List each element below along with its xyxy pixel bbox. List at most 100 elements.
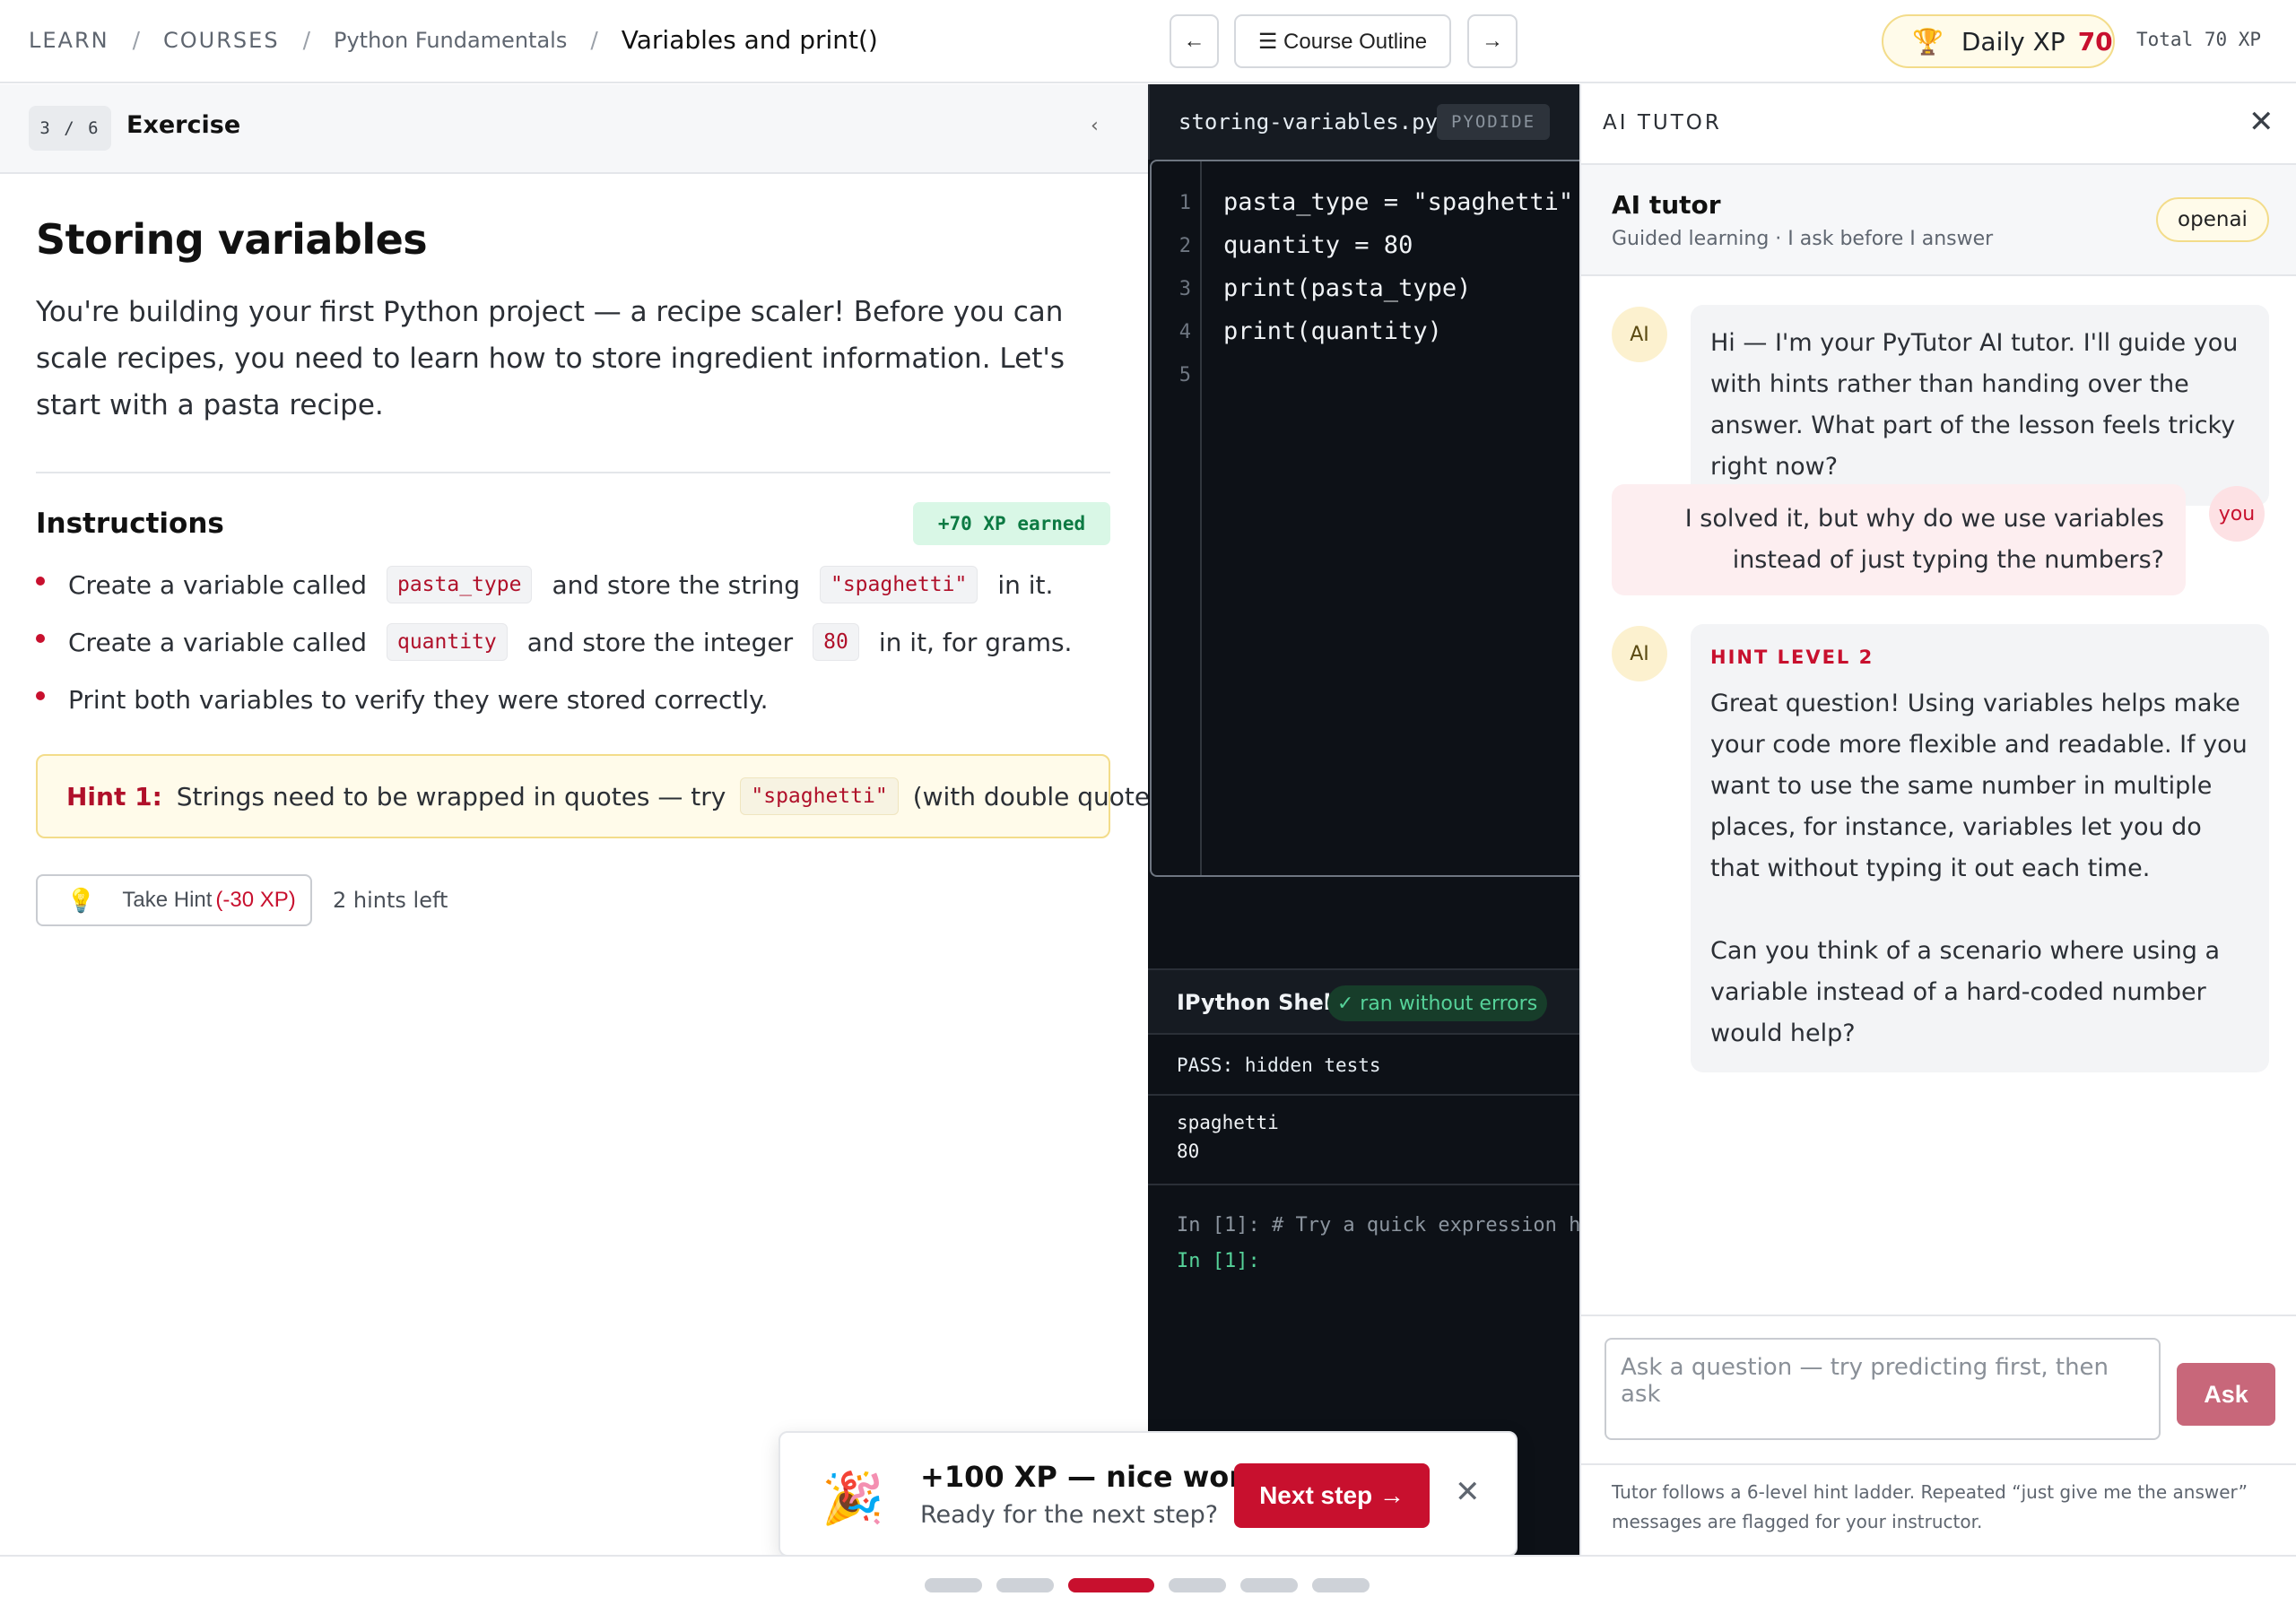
xp-toast: 🎉 +100 XP — nice work! Ready for the nex… bbox=[778, 1431, 1518, 1557]
runtime-badge: PYODIDE bbox=[1437, 104, 1550, 140]
hint-box: Hint 1: Strings need to be wrapped in qu… bbox=[36, 754, 1181, 838]
tutor-info: AI tutor Guided learning · I ask before … bbox=[1581, 165, 2296, 276]
code-chip: quantity bbox=[386, 623, 508, 661]
line-number: 2 bbox=[1178, 235, 1191, 257]
progress-dot[interactable] bbox=[1240, 1578, 1298, 1592]
hint-text: Strings need to be wrapped in quotes — t… bbox=[176, 781, 726, 811]
line-number: 4 bbox=[1178, 321, 1191, 343]
hints-left: 2 hints left bbox=[333, 888, 448, 913]
breadcrumb-current: Variables and print() bbox=[621, 25, 878, 55]
collapse-panel-button[interactable]: ‹ bbox=[1091, 115, 1099, 137]
total-xp: Total 70 XP bbox=[2136, 29, 2262, 50]
tutor-footnote: Tutor follows a 6-level hint ladder. Rep… bbox=[1581, 1463, 2296, 1553]
tutor-header: AI TUTOR ✕ bbox=[1581, 84, 2296, 165]
hint-level-label: HINT LEVEL 2 bbox=[1710, 646, 1874, 668]
tutor-name: AI tutor bbox=[1612, 190, 1721, 220]
shell-title: IPython Shell bbox=[1177, 990, 1339, 1015]
line-number: 5 bbox=[1178, 364, 1191, 386]
ai-avatar: AI bbox=[1612, 626, 1667, 681]
code-chip: pasta_type bbox=[386, 566, 533, 603]
instruction-text: and store the string bbox=[552, 569, 800, 600]
ask-question-input[interactable] bbox=[1605, 1338, 2161, 1440]
breadcrumb-separator: / bbox=[302, 27, 310, 53]
bullet-icon bbox=[36, 634, 45, 643]
lesson-header: 3 / 6 Exercise ‹ bbox=[0, 84, 1148, 174]
tutor-mode: Guided learning · I ask before I answer bbox=[1612, 228, 1994, 250]
course-outline-button[interactable]: ☰ Course Outline bbox=[1234, 14, 1451, 68]
daily-xp-value: 70 bbox=[2077, 26, 2113, 56]
close-icon[interactable]: ✕ bbox=[1455, 1474, 1481, 1510]
editor-tab-bar: storing-variables.py PYODIDE bbox=[1148, 84, 1579, 160]
hint-label: Hint 1: bbox=[66, 781, 162, 811]
line-gutter: 1 2 3 4 5 bbox=[1152, 161, 1202, 875]
toast-subtitle: Ready for the next step? bbox=[920, 1501, 1219, 1529]
breadcrumb-courses[interactable]: COURSES bbox=[163, 28, 280, 53]
party-popper-icon: 🎉 bbox=[822, 1470, 884, 1528]
next-step-button[interactable]: Next step → bbox=[1234, 1463, 1430, 1528]
output-line: spaghetti bbox=[1177, 1112, 1279, 1133]
user-avatar: you bbox=[2209, 486, 2265, 542]
ask-button[interactable]: Ask bbox=[2177, 1363, 2275, 1426]
lesson-description: You're building your first Python projec… bbox=[36, 296, 1065, 421]
breadcrumb-learn[interactable]: LEARN bbox=[29, 28, 109, 53]
line-number: 3 bbox=[1178, 278, 1191, 300]
tutor-panel-title: AI TUTOR bbox=[1603, 111, 1722, 134]
ai-message: Hi — I'm your PyTutor AI tutor. I'll gui… bbox=[1691, 305, 2269, 506]
progress-dot[interactable] bbox=[1169, 1578, 1226, 1592]
editor-panel: storing-variables.py PYODIDE 1 2 3 4 5 p… bbox=[1148, 84, 1616, 1555]
take-hint-button[interactable]: 💡 Take Hint (-30 XP) bbox=[36, 874, 312, 926]
breadcrumb: LEARN / COURSES / Python Fundamentals / … bbox=[29, 25, 878, 55]
instruction-item: Create a variable called pasta_type and … bbox=[36, 556, 1072, 613]
bullet-icon bbox=[36, 577, 45, 586]
code-editor[interactable]: 1 2 3 4 5 pasta_type = "spaghetti" quant… bbox=[1150, 160, 1579, 877]
exercise-label: Exercise bbox=[126, 111, 241, 139]
previous-step-button[interactable]: ← bbox=[1170, 14, 1219, 68]
instructions-list: Create a variable called pasta_type and … bbox=[36, 556, 1072, 728]
daily-xp-badge: 🏆 Daily XP 70 bbox=[1882, 14, 2115, 68]
progress-dot[interactable] bbox=[1068, 1578, 1154, 1592]
user-message: I solved it, but why do we use variables… bbox=[1612, 484, 2186, 595]
divider bbox=[36, 472, 1110, 473]
bullet-icon bbox=[36, 691, 45, 700]
progress-dot[interactable] bbox=[1312, 1578, 1370, 1592]
trophy-icon: 🏆 bbox=[1912, 26, 1944, 56]
line-number: 1 bbox=[1178, 192, 1191, 214]
close-icon[interactable]: ✕ bbox=[2248, 104, 2274, 140]
breadcrumb-separator: / bbox=[590, 27, 598, 53]
instruction-item: Print both variables to verify they were… bbox=[36, 671, 1072, 728]
lightbulb-icon: 💡 bbox=[66, 886, 96, 914]
message-text: Can you think of a scenario where using … bbox=[1710, 937, 2221, 1047]
hint-cost: (-30 XP) bbox=[215, 888, 296, 912]
instruction-text: Create a variable called bbox=[68, 627, 367, 657]
shell-header: IPython Shell ✓ ran without errors bbox=[1148, 968, 1579, 1035]
next-step-arrow-button[interactable]: → bbox=[1467, 14, 1518, 68]
repl-prompt[interactable]: In [1]: bbox=[1177, 1250, 1260, 1272]
instruction-text: Print both variables to verify they were… bbox=[68, 684, 769, 715]
hint-text: (with double quotes). bbox=[912, 781, 1181, 811]
message-text: Hi — I'm your PyTutor AI tutor. I'll gui… bbox=[1710, 329, 2239, 481]
progress-dot[interactable] bbox=[996, 1578, 1054, 1592]
breadcrumb-course[interactable]: Python Fundamentals bbox=[334, 28, 567, 53]
code-line: pasta_type = "spaghetti" bbox=[1223, 188, 1574, 216]
step-counter: 3 / 6 bbox=[29, 106, 111, 151]
code-chip: "spaghetti" bbox=[819, 566, 978, 603]
progress-dots bbox=[925, 1578, 1370, 1592]
ai-message: HINT LEVEL 2 Great question! Using varia… bbox=[1691, 624, 2269, 1072]
run-status-badge: ✓ ran without errors bbox=[1327, 985, 1547, 1021]
instruction-text: in it. bbox=[997, 569, 1054, 600]
code-line: quantity = 80 bbox=[1223, 231, 1413, 259]
test-result: PASS: hidden tests bbox=[1177, 1054, 1381, 1076]
instruction-item: Create a variable called quantity and st… bbox=[36, 613, 1072, 671]
instructions-title: Instructions bbox=[36, 508, 224, 540]
output-line: 80 bbox=[1177, 1141, 1200, 1162]
progress-dot[interactable] bbox=[925, 1578, 982, 1592]
test-result-row: PASS: hidden tests bbox=[1148, 1035, 1579, 1096]
file-tab[interactable]: storing-variables.py bbox=[1178, 109, 1438, 134]
toast-title: +100 XP — nice work! bbox=[920, 1460, 1275, 1494]
shell-output: spaghetti 80 bbox=[1148, 1096, 1579, 1185]
message-text: I solved it, but why do we use variables… bbox=[1684, 505, 2164, 574]
lesson-title: Storing variables bbox=[36, 215, 428, 264]
take-hint-label: Take Hint bbox=[122, 888, 213, 912]
code-chip: 80 bbox=[813, 623, 859, 661]
message-text: Great question! Using variables helps ma… bbox=[1710, 690, 2248, 882]
